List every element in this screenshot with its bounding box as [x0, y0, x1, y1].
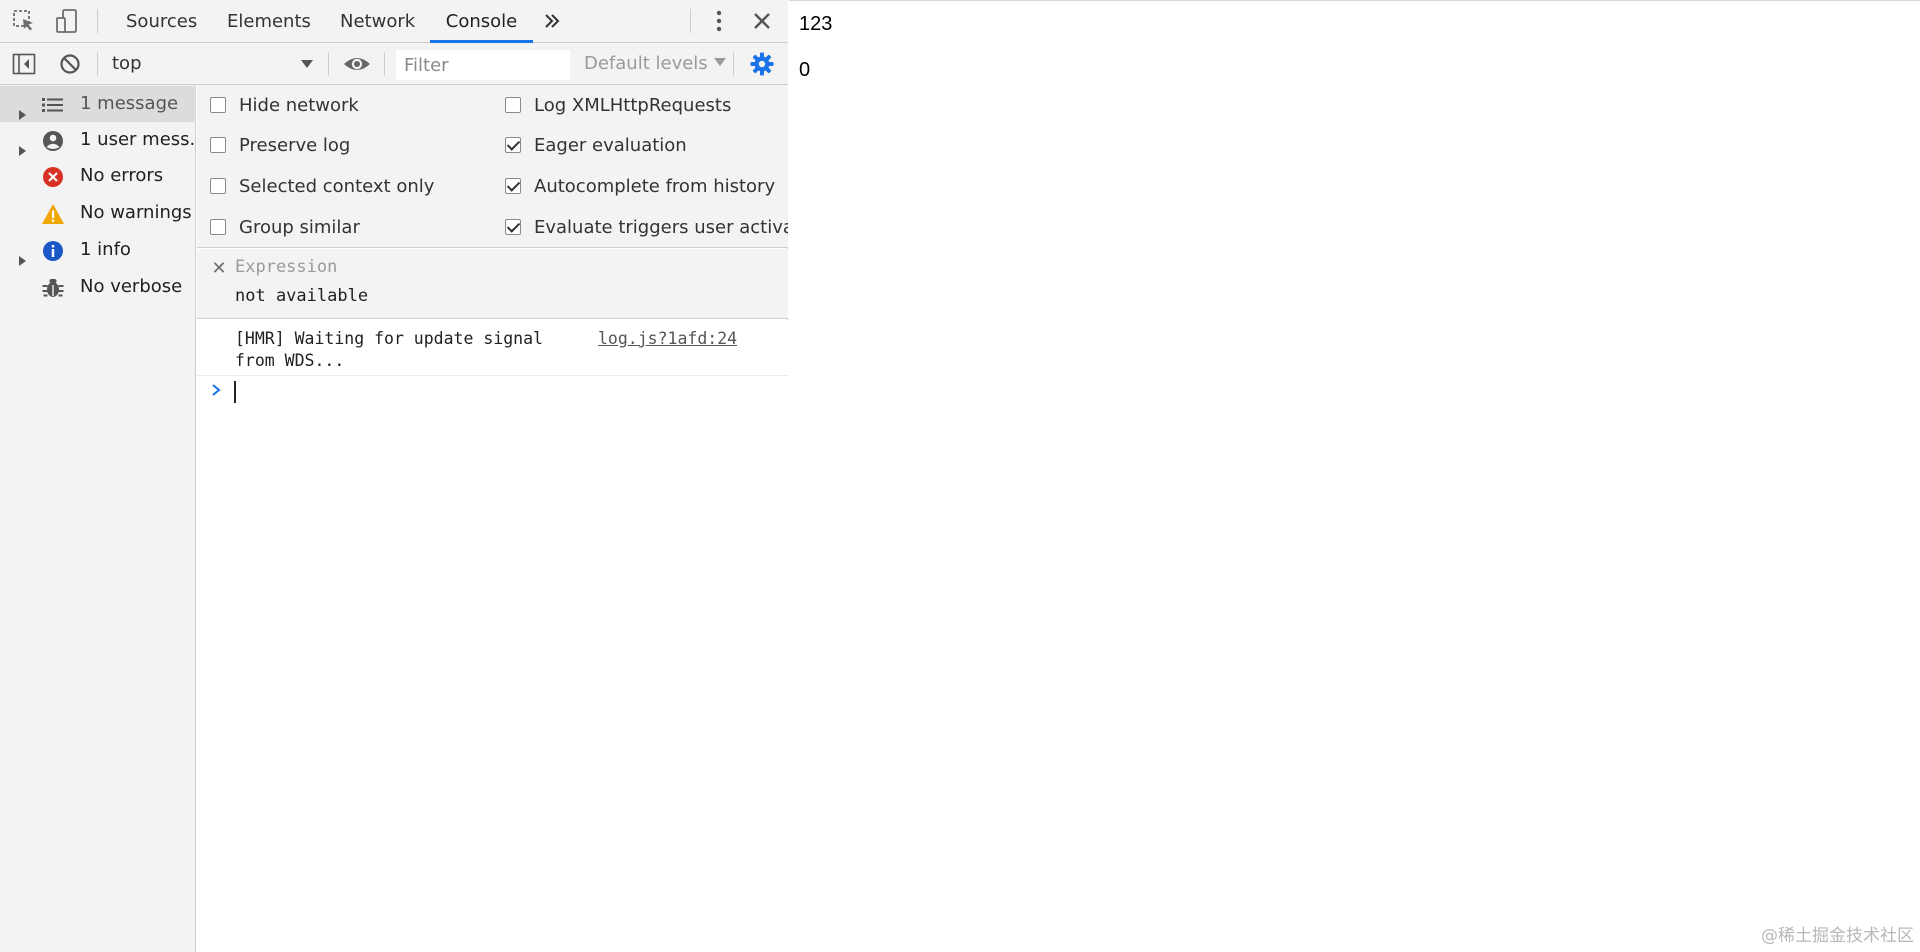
prompt-chevron-icon: [209, 379, 225, 401]
kebab-menu-icon[interactable]: [706, 8, 732, 34]
live-expression-eye-icon[interactable]: [342, 51, 372, 77]
console-settings-pane: Hide network Preserve log Selected conte…: [197, 85, 788, 248]
console-prompt[interactable]: [197, 377, 788, 407]
message-source-link[interactable]: log.js?1afd:24: [598, 328, 737, 350]
message-text: [HMR] Waiting for update signal from WDS…: [235, 329, 553, 370]
page-text-line: 0: [799, 59, 811, 81]
user-icon: [41, 129, 65, 151]
console-settings-gear-icon[interactable]: [749, 51, 775, 77]
tab-network[interactable]: Network: [328, 0, 427, 43]
expression-input[interactable]: Expression: [235, 257, 337, 277]
checkbox-checked[interactable]: [505, 137, 521, 153]
setting-evaluate-triggers-user-activation[interactable]: Evaluate triggers user activatio: [505, 216, 788, 240]
toolbar-divider: [97, 52, 98, 76]
context-value: top: [112, 53, 142, 74]
tab-console[interactable]: Console: [430, 0, 533, 43]
setting-eager-evaluation[interactable]: Eager evaluation: [505, 134, 788, 158]
checkbox-checked[interactable]: [505, 178, 521, 194]
toolbar-divider: [97, 9, 98, 33]
filter-input[interactable]: [396, 50, 570, 80]
warning-icon: [41, 202, 65, 224]
live-expression: ✕ Expression not available: [197, 249, 788, 319]
setting-label: Selected context only: [239, 176, 435, 197]
sidebar-toggle-icon[interactable]: [11, 51, 37, 77]
sidebar-item-label: 1 user mess...: [80, 129, 194, 150]
page-text-line: 123: [799, 13, 833, 35]
setting-label: Autocomplete from history: [534, 176, 776, 197]
devtools-panel: Sources Elements Network Console top Fil…: [0, 0, 788, 952]
sidebar-item-label: No verbose: [80, 276, 183, 297]
devtools-tab-bar: Sources Elements Network Console: [0, 0, 788, 43]
sidebar-item-warnings[interactable]: No warnings: [0, 195, 196, 231]
expression-value: not available: [235, 286, 369, 306]
sidebar-item-label: No errors: [80, 165, 164, 186]
toolbar-divider: [384, 52, 385, 76]
remove-expression-icon[interactable]: ✕: [209, 259, 229, 279]
checkbox[interactable]: [210, 219, 226, 235]
clear-console-icon[interactable]: [57, 51, 83, 77]
log-levels-value: Default levels: [584, 53, 708, 74]
bug-icon: [41, 276, 65, 298]
setting-label: Log XMLHttpRequests: [534, 95, 732, 116]
watermark: @稀土掘金技术社区: [1761, 926, 1914, 946]
checkbox[interactable]: [210, 178, 226, 194]
sidebar-item-user-messages[interactable]: 1 user mess...: [0, 122, 196, 158]
sidebar-item-label: 1 info: [80, 239, 131, 260]
setting-log-xmlhttprequests[interactable]: Log XMLHttpRequests: [505, 94, 788, 118]
checkbox[interactable]: [210, 97, 226, 113]
tab-elements[interactable]: Elements: [215, 0, 323, 43]
checkbox-checked[interactable]: [505, 219, 521, 235]
context-selector[interactable]: top: [104, 49, 322, 79]
console-toolbar: top Default levels: [0, 43, 788, 85]
console-sidebar: 1 message 1 user mess... No errors No wa…: [0, 85, 196, 952]
error-icon: [41, 165, 65, 187]
setting-label: Eager evaluation: [534, 135, 687, 156]
expand-arrow-icon[interactable]: [16, 244, 28, 266]
sidebar-item-messages[interactable]: 1 message: [0, 86, 196, 122]
expand-arrow-icon[interactable]: [16, 98, 28, 120]
console-messages: [HMR] Waiting for update signal from WDS…: [197, 320, 788, 952]
setting-label: Group similar: [239, 217, 360, 238]
device-toggle-icon[interactable]: [55, 8, 81, 34]
tab-sources[interactable]: Sources: [114, 0, 209, 43]
info-icon: [41, 239, 65, 261]
sidebar-item-info[interactable]: 1 info: [0, 232, 196, 268]
dropdown-arrow-icon: [300, 49, 314, 89]
dropdown-arrow-icon: [713, 53, 727, 74]
checkbox[interactable]: [210, 137, 226, 153]
list-icon: [41, 93, 65, 115]
sidebar-item-label: No warnings: [80, 202, 192, 223]
setting-label: Preserve log: [239, 135, 351, 156]
sidebar-item-verbose[interactable]: No verbose: [0, 269, 196, 305]
more-tabs-icon[interactable]: [541, 9, 567, 35]
text-caret: [234, 381, 236, 403]
setting-autocomplete-from-history[interactable]: Autocomplete from history: [505, 175, 788, 199]
expand-arrow-icon[interactable]: [16, 134, 28, 156]
page-viewport: 123 0 @稀土掘金技术社区: [789, 0, 1920, 952]
close-icon[interactable]: [749, 8, 775, 34]
console-message: [HMR] Waiting for update signal from WDS…: [197, 320, 788, 376]
toolbar-divider: [690, 9, 691, 33]
sidebar-item-label: 1 message: [80, 93, 179, 114]
toolbar-divider: [328, 52, 329, 76]
setting-label: Hide network: [239, 95, 359, 116]
sidebar-item-errors[interactable]: No errors: [0, 158, 196, 194]
checkbox[interactable]: [505, 97, 521, 113]
toolbar-divider: [733, 52, 734, 76]
inspect-element-icon[interactable]: [11, 8, 37, 34]
setting-label: Evaluate triggers user activatio: [534, 217, 788, 238]
log-levels-selector[interactable]: Default levels: [584, 49, 727, 79]
